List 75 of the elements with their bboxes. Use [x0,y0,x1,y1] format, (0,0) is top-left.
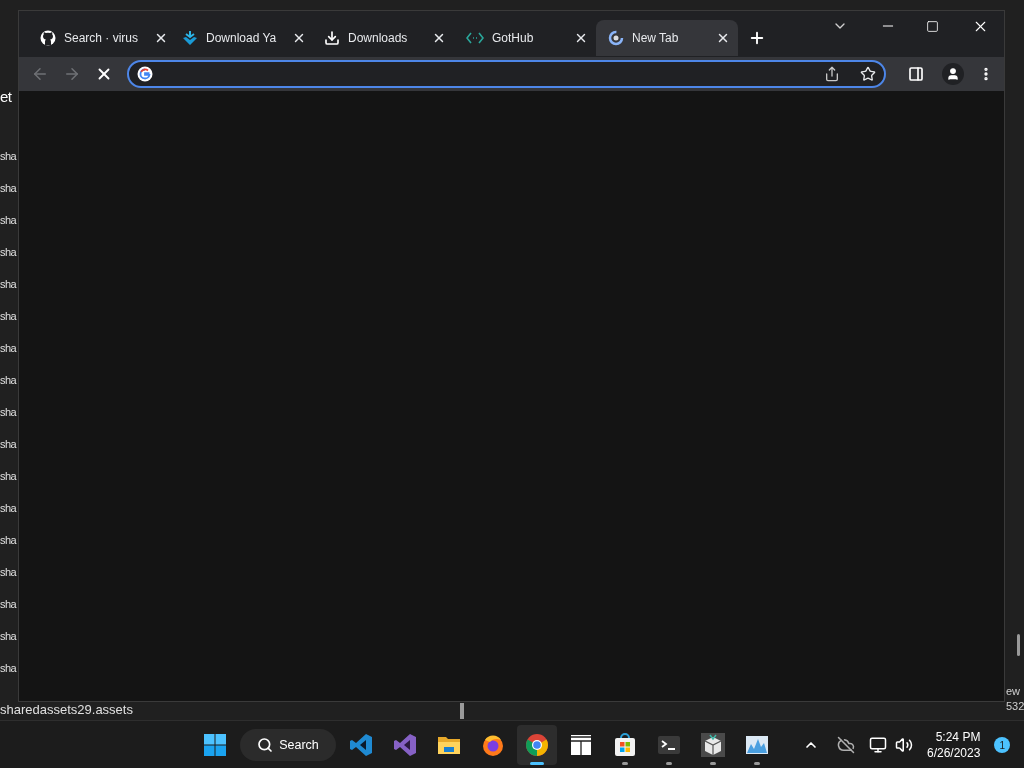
browser-tab[interactable]: Search · virus [28,20,170,56]
tab-title: Downloads [348,30,408,47]
monitor-icon[interactable] [869,736,887,754]
running-indicator [710,762,716,765]
browser-tab[interactable]: New Tab [596,20,738,56]
chart-window-icon [745,733,769,757]
g-logo-icon [137,66,153,82]
ribbon-icon [349,733,373,757]
person-icon [946,67,960,81]
file-name: sha [0,405,16,420]
file-name: sha [0,533,16,548]
volume-icon[interactable] [895,736,913,754]
search-icon [257,737,274,753]
close-icon[interactable] [716,31,730,45]
browser-tab[interactable]: GotHub [454,20,596,56]
file-name: sha [0,341,16,356]
loading-icon [608,30,624,46]
notification-count[interactable]: 1 [994,737,1011,753]
file-name: sha [0,469,16,484]
running-indicator [754,762,760,765]
scrollbar-thumb[interactable] [460,703,464,719]
browser-tab[interactable]: Downloads [312,20,454,56]
maximize-icon[interactable] [926,19,939,33]
scrollbar-thumb[interactable] [1017,634,1020,656]
cat-icon [40,30,56,46]
windows-logo-icon [203,733,227,757]
status-text: 532 [1006,699,1024,714]
arrow-down-icon [182,30,198,46]
side-panel-icon[interactable] [908,66,924,82]
terminal-icon [657,733,681,757]
header-text: et [0,87,12,107]
file-name: sha [0,597,16,612]
clock-time[interactable]: 5:24 PM [935,729,981,745]
file-name: sha [0,629,16,644]
fox-globe-icon [481,733,505,757]
close-icon[interactable] [574,31,588,45]
profile-avatar[interactable] [942,63,964,85]
tab-title: Search · virus [64,30,139,47]
file-name: sha [0,213,16,228]
file-name: sha [0,437,16,452]
tab-title: GotHub [492,30,534,47]
tab-title: Download Ya [206,30,277,47]
file-name: sharedassets29.assets [0,703,133,717]
search-field[interactable]: Search [240,729,336,761]
running-indicator [666,762,672,765]
status-text: ew [1006,684,1022,699]
file-name: sha [0,565,16,580]
window-grid-icon [569,733,593,757]
clock-date[interactable]: 6/26/2023 [927,745,981,761]
code-icon [466,32,484,44]
file-name: sha [0,373,16,388]
file-name: sha [0,309,16,324]
file-name: sha [0,501,16,516]
shopping-bag-icon [613,733,637,757]
tab-title: New Tab [632,30,679,47]
taskbar-app[interactable] [517,725,557,765]
file-name: sha [0,181,16,196]
running-indicator [622,762,628,765]
running-indicator [530,762,544,765]
file-name: sha [0,149,16,164]
search-label: Search [279,736,319,754]
chrome-icon [525,733,549,757]
download-icon [324,30,340,46]
ribbon-icon [393,733,417,757]
file-name: sha [0,245,16,260]
share-icon[interactable] [824,66,840,82]
browser-tab[interactable]: Download Ya [170,20,312,56]
address-field[interactable] [127,60,886,88]
box-icon [701,733,725,757]
file-name: sha [0,277,16,292]
cloud-off-icon[interactable] [837,736,855,754]
star-icon[interactable] [860,66,876,82]
close-icon[interactable] [432,31,446,45]
new-tab-icon[interactable] [748,29,766,47]
file-name: sha [0,661,16,676]
